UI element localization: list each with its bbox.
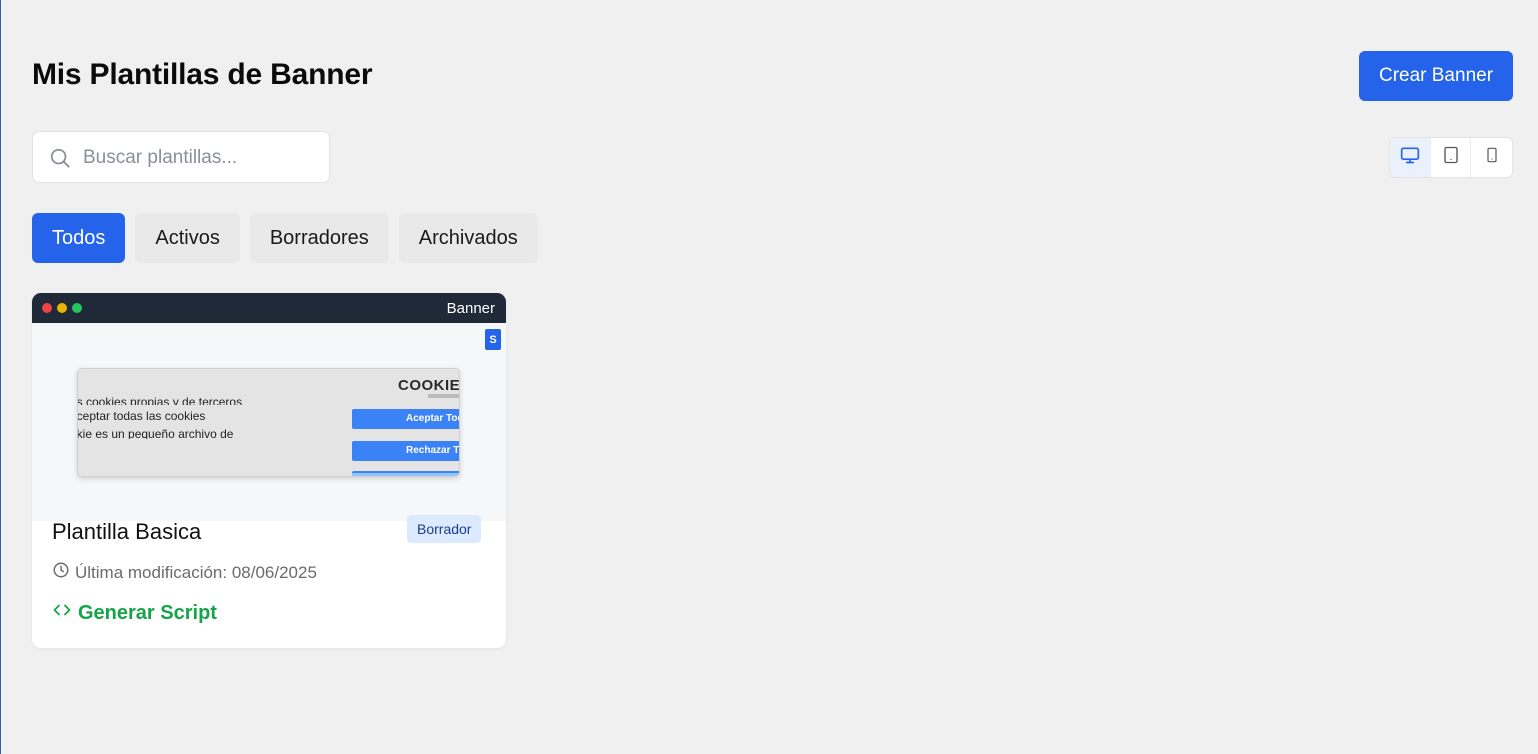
mini-banner-line: okie es un pequeño archivo de [77, 427, 234, 439]
template-card[interactable]: Banner S es cookies propias y de tercero… [32, 293, 506, 648]
window-maximize-dot [72, 303, 82, 313]
mini-cookie-banner: es cookies propias y de terceros aceptar… [77, 368, 460, 477]
tablet-icon [1442, 145, 1460, 170]
generate-script-label: Generar Script [78, 601, 217, 624]
device-preview-toggle [1389, 137, 1513, 178]
tab-archivados[interactable]: Archivados [398, 213, 538, 263]
create-banner-button[interactable]: Crear Banner [1359, 51, 1513, 101]
mini-preferences-button [352, 471, 459, 476]
cookie-logo-tagline [428, 394, 459, 398]
tab-borradores[interactable]: Borradores [249, 213, 389, 263]
search-input[interactable] [83, 142, 318, 174]
browser-bar-label: Banner [446, 300, 495, 317]
status-badge: Borrador [407, 515, 482, 543]
browser-bar: Banner [32, 293, 506, 323]
cookie-logo: COOKIE [398, 377, 460, 394]
template-name: Plantilla Basica [52, 519, 202, 544]
tab-activos[interactable]: Activos [135, 213, 240, 263]
generate-script-button[interactable]: Generar Script [52, 601, 217, 625]
desktop-icon [1400, 145, 1420, 170]
desktop-view-button[interactable] [1390, 138, 1431, 177]
mini-banner-title [88, 381, 238, 387]
clock-icon [52, 561, 70, 584]
last-modified-text: Última modificación: 08/06/2025 [75, 562, 317, 582]
mobile-icon [1484, 145, 1500, 170]
banner-preview: S es cookies propias y de terceros acept… [32, 323, 506, 521]
page: Mis Plantillas de Banner Crear Banner Bu… [1, 0, 1538, 754]
mini-banner-line: es cookies propias y de terceros [77, 395, 243, 405]
search-box[interactable] [32, 131, 330, 183]
mini-reject-button: Rechazar Todo [352, 441, 459, 461]
search-icon [49, 147, 71, 169]
tab-todos[interactable]: Todos [32, 213, 126, 263]
filter-tabs: Todos Activos Borradores Archivados [32, 213, 538, 263]
last-modified: Última modificación: 08/06/2025 [52, 561, 317, 584]
mobile-view-button[interactable] [1471, 138, 1512, 177]
window-minimize-dot [57, 303, 67, 313]
window-close-dot [42, 303, 52, 313]
page-title: Mis Plantillas de Banner [32, 58, 373, 91]
mini-banner-line: aceptar todas las cookies [77, 409, 206, 423]
tablet-view-button[interactable] [1431, 138, 1472, 177]
preview-badge: S [485, 329, 501, 350]
code-icon [52, 601, 72, 625]
mini-accept-button: Aceptar Todo [352, 409, 459, 429]
